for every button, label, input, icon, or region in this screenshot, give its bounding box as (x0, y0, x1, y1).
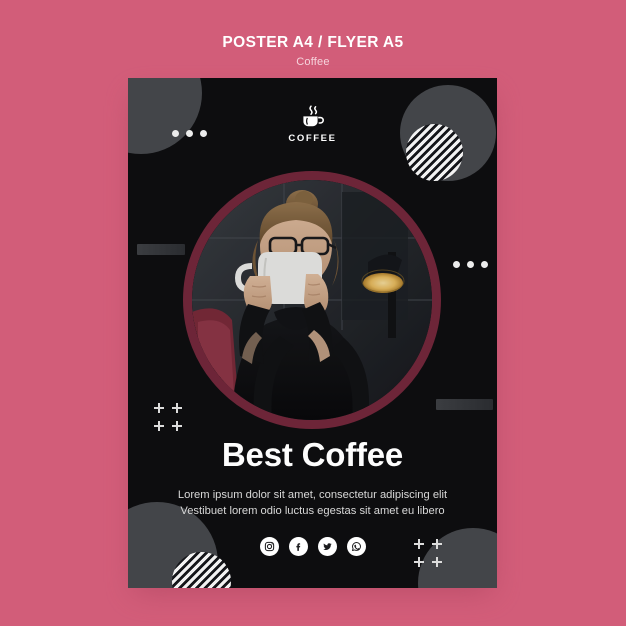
poster-canvas: COFFEE Best Coffee Lorem ipsum dolor sit… (128, 78, 497, 588)
plus-icon (432, 557, 442, 567)
plus-icon (172, 403, 182, 413)
plus-icon (154, 421, 164, 431)
decorative-dots-right (453, 261, 488, 268)
poster-headline: Best Coffee (221, 436, 404, 473)
facebook-icon[interactable] (288, 537, 308, 556)
whatsapp-icon[interactable] (346, 537, 366, 556)
decorative-plus-group-left (154, 403, 182, 431)
dot (481, 261, 488, 268)
page-title: POSTER A4 / FLYER A5 (222, 34, 404, 51)
poster-body-copy: Lorem ipsum dolor sit amet, consectetur … (128, 487, 497, 519)
coffee-cup-icon (302, 105, 324, 127)
plus-icon (414, 557, 424, 567)
instagram-icon[interactable] (259, 537, 279, 556)
hero-photo (192, 180, 432, 420)
twitter-icon[interactable] (317, 537, 337, 556)
brand-logo: COFFEE (128, 104, 497, 144)
decorative-bar-left (137, 244, 185, 255)
page-header: POSTER A4 / FLYER A5 Coffee (0, 34, 626, 68)
body-line-2: Vestibuet lorem odio luctus egestas sit … (180, 505, 445, 518)
dot (453, 261, 460, 268)
body-line-1: Lorem ipsum dolor sit amet, consectetur … (177, 489, 448, 501)
photo-ring (183, 171, 441, 429)
brand-name: COFFEE (288, 133, 337, 144)
dot (467, 261, 474, 268)
plus-icon (154, 403, 164, 413)
decorative-bar-right (436, 399, 493, 410)
plus-icon (172, 421, 182, 431)
page-subtitle: Coffee (296, 56, 330, 69)
social-links (128, 537, 497, 556)
